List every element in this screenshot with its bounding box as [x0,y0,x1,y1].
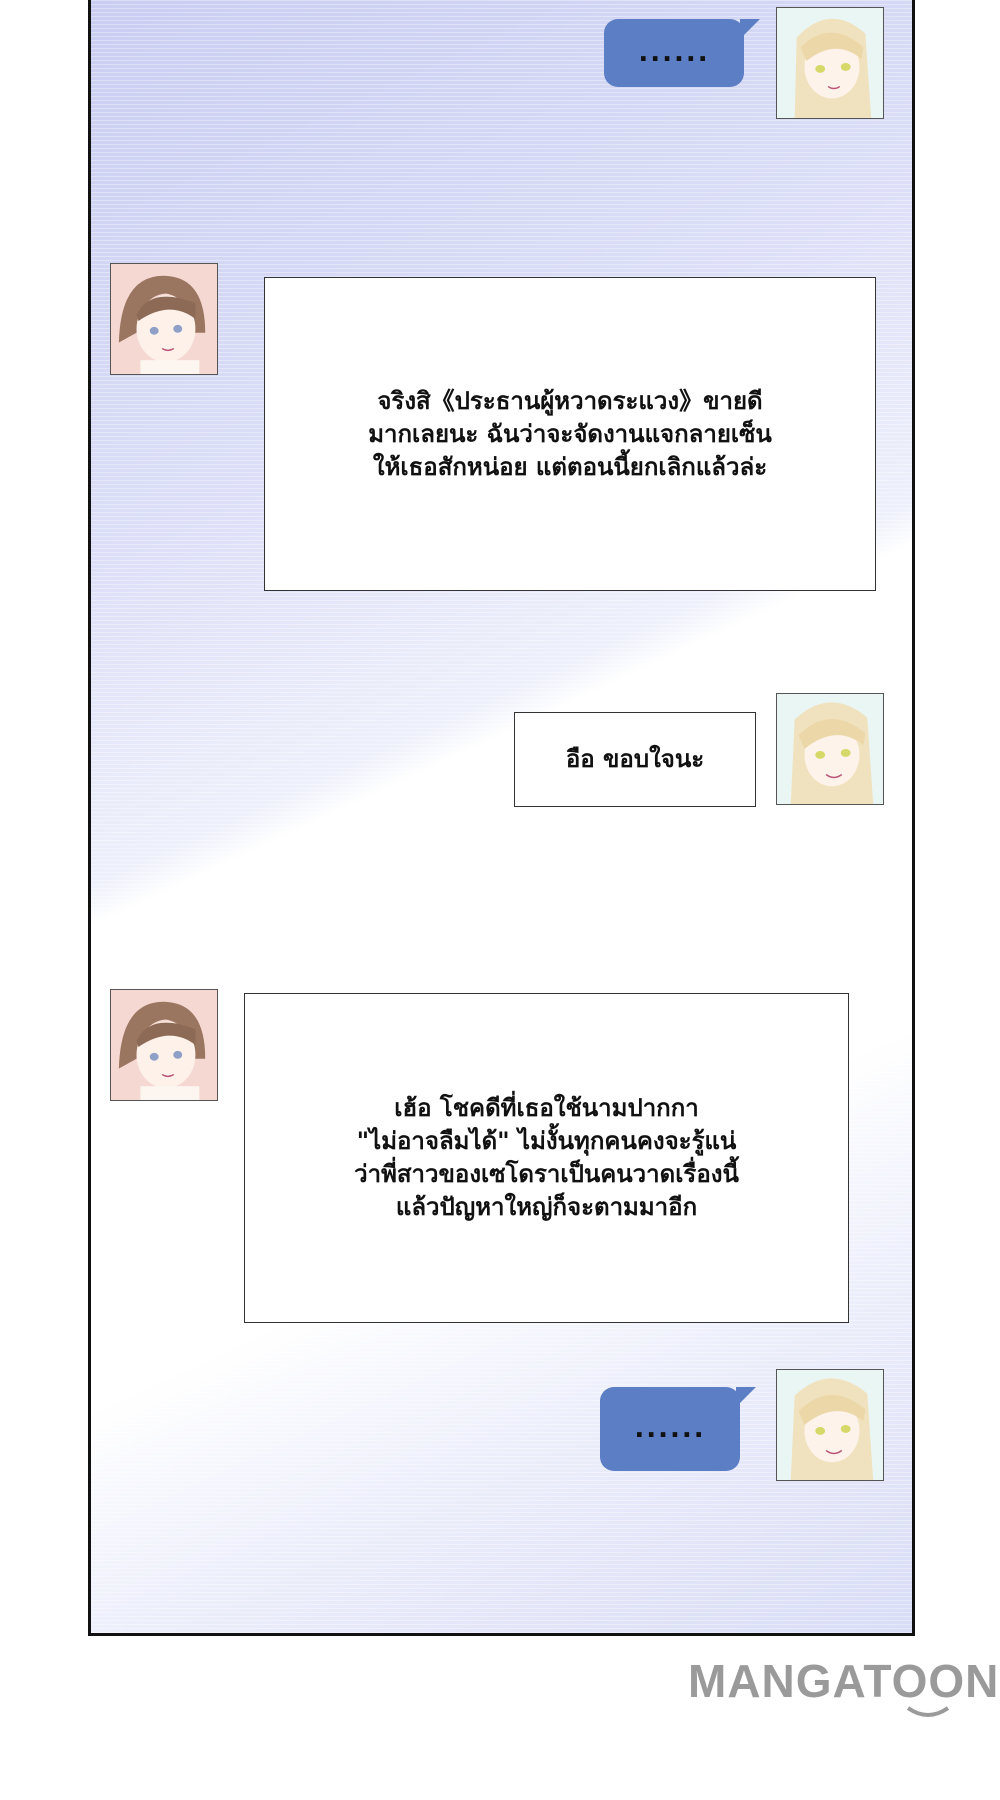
bubble-text: จริงสิ《ประธานผู้หวาดระแวง》ขายดี มากเลยนะ… [368,386,772,481]
avatar-blonde-girl [776,1369,884,1481]
watermark-text: MANGATOON [688,1655,1000,1707]
chat-bubble-blonde: อือ ขอบใจนะ [514,712,756,807]
mangatoon-watermark: MANGATOON [688,1640,998,1720]
bubble-text: ...... [638,38,710,68]
avatar-brunette-girl [110,989,218,1101]
chat-bubble-brunette: เฮ้อ โชคดีที่เธอใช้นามปากกา "ไม่อาจลืมได… [244,993,849,1323]
bubble-text: ...... [634,1414,706,1444]
chat-bubble-blonde: ...... [604,19,760,87]
comic-panel: ...... จริงสิ《ประธานผู้หวาดระแวง》ขายดี ม… [88,0,915,1636]
bubble-text: อือ ขอบใจนะ [565,745,705,773]
bubble-text: เฮ้อ โชคดีที่เธอใช้นามปากกา "ไม่อาจลืมได… [354,1094,739,1221]
avatar-brunette-girl [110,263,218,375]
chat-bubble-brunette: จริงสิ《ประธานผู้หวาดระแวง》ขายดี มากเลยนะ… [264,277,876,591]
avatar-blonde-girl [776,693,884,805]
chat-bubble-blonde: ...... [600,1387,756,1471]
avatar-blonde-girl [776,7,884,119]
smile-icon [906,1706,950,1717]
